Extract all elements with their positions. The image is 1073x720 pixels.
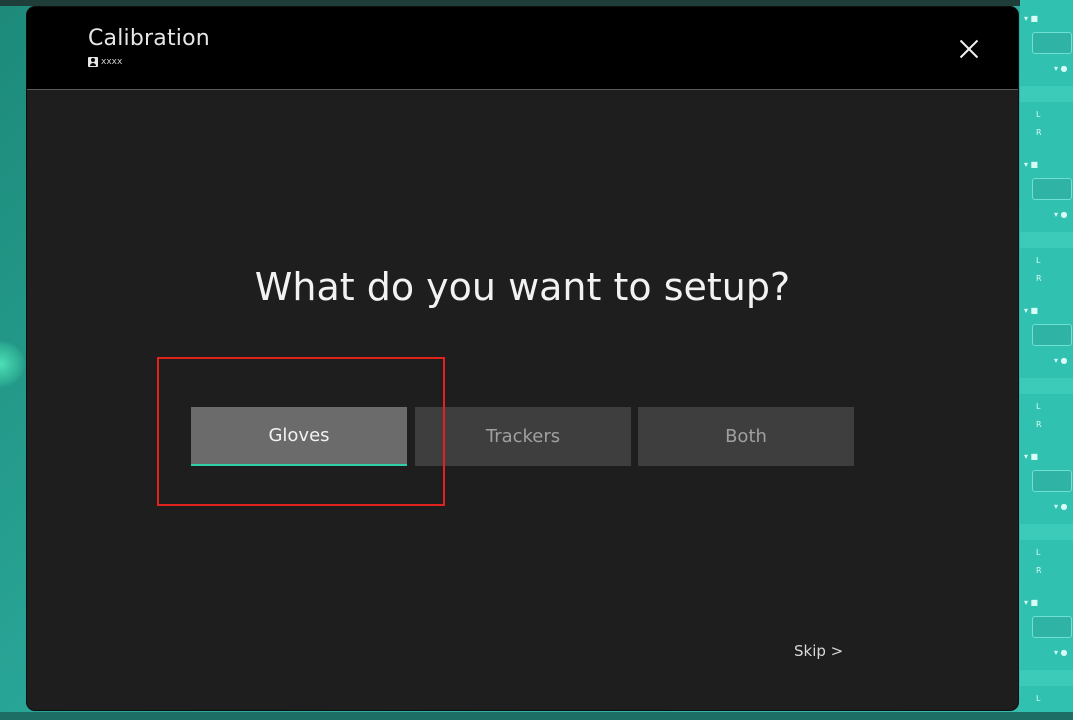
calibration-dialog: Calibration xxxx What do you want to set… bbox=[27, 7, 1018, 710]
option-both-button[interactable]: Both bbox=[638, 407, 854, 466]
side-group: ▾ ■ ▾ ● L R bbox=[1020, 10, 1073, 150]
side-group-header[interactable]: ▾ ■ bbox=[1024, 450, 1038, 462]
side-group-field[interactable] bbox=[1032, 470, 1072, 492]
side-group-right-label: R bbox=[1036, 419, 1042, 429]
side-group-band bbox=[1020, 524, 1073, 540]
side-group-toggle[interactable]: ▾ ● bbox=[1054, 354, 1068, 366]
option-gloves-button[interactable]: Gloves bbox=[191, 407, 407, 466]
side-group: ▾ ■ ▾ ● L R bbox=[1020, 302, 1073, 442]
background-top-strip bbox=[0, 0, 1073, 6]
background-decoration bbox=[0, 340, 26, 388]
side-group: ▾ ■ ▾ ● L bbox=[1020, 594, 1073, 720]
side-group-header[interactable]: ▾ ■ bbox=[1024, 158, 1038, 170]
close-icon[interactable] bbox=[953, 33, 985, 65]
side-group-field[interactable] bbox=[1032, 178, 1072, 200]
option-trackers-button[interactable]: Trackers bbox=[415, 407, 631, 466]
side-group-toggle[interactable]: ▾ ● bbox=[1054, 208, 1068, 220]
user-icon bbox=[88, 57, 98, 67]
side-group-header[interactable]: ▾ ■ bbox=[1024, 304, 1038, 316]
side-group-right-label: R bbox=[1036, 127, 1042, 137]
side-group-left-label: L bbox=[1036, 693, 1041, 703]
side-group-toggle[interactable]: ▾ ● bbox=[1054, 646, 1068, 658]
side-group-toggle[interactable]: ▾ ● bbox=[1054, 500, 1068, 512]
side-group-field[interactable] bbox=[1032, 324, 1072, 346]
side-group-header[interactable]: ▾ ■ bbox=[1024, 12, 1038, 24]
side-group-band bbox=[1020, 86, 1073, 102]
side-group-left-label: L bbox=[1036, 401, 1041, 411]
side-group-header[interactable]: ▾ ■ bbox=[1024, 596, 1038, 608]
user-info: xxxx bbox=[88, 57, 122, 67]
side-group-field[interactable] bbox=[1032, 616, 1072, 638]
side-group: ▾ ■ ▾ ● L R bbox=[1020, 156, 1073, 296]
setup-question: What do you want to setup? bbox=[254, 265, 791, 309]
side-group-band bbox=[1020, 232, 1073, 248]
skip-link[interactable]: Skip > bbox=[794, 642, 843, 660]
side-group-right-label: R bbox=[1036, 565, 1042, 575]
dialog-header: Calibration xxxx bbox=[27, 7, 1018, 90]
user-name: xxxx bbox=[101, 57, 123, 67]
dialog-title: Calibration bbox=[88, 26, 210, 51]
background-bottom-strip bbox=[0, 712, 1073, 720]
side-group: ▾ ■ ▾ ● L R bbox=[1020, 448, 1073, 588]
side-group-field[interactable] bbox=[1032, 32, 1072, 54]
side-group-left-label: L bbox=[1036, 255, 1041, 265]
side-group-left-label: L bbox=[1036, 109, 1041, 119]
side-group-toggle[interactable]: ▾ ● bbox=[1054, 62, 1068, 74]
side-group-right-label: R bbox=[1036, 273, 1042, 283]
side-group-band bbox=[1020, 378, 1073, 394]
side-group-band bbox=[1020, 670, 1073, 686]
side-group-left-label: L bbox=[1036, 547, 1041, 557]
background-side-panel: ▾ ■ ▾ ● L R ▾ ■ ▾ ● L R ▾ ■ ▾ ● L R ▾ ■ … bbox=[1020, 0, 1073, 720]
